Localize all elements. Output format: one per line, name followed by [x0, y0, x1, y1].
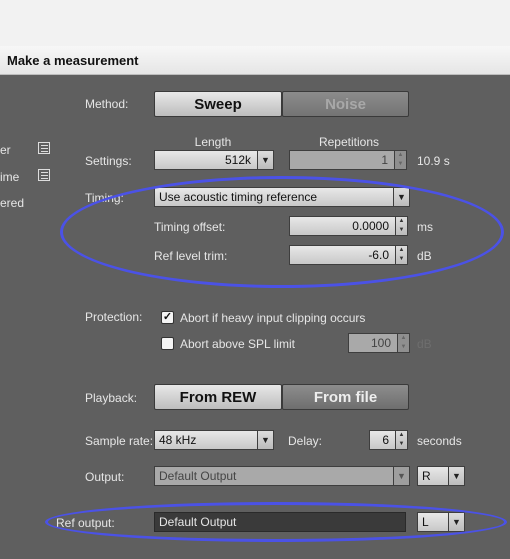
chevron-down-icon[interactable]: ▼: [449, 466, 465, 486]
repetitions-spinner[interactable]: ▲ ▼: [395, 150, 407, 170]
abort-spl-checkbox[interactable]: [161, 337, 174, 350]
list-icon[interactable]: [38, 169, 50, 181]
dialog-title: Make a measurement: [7, 53, 139, 68]
dialog-titlebar: Make a measurement: [0, 46, 510, 75]
side-label-3: ered: [0, 196, 25, 210]
output-channel-select[interactable]: R: [417, 466, 449, 486]
side-label-2: ime: [0, 170, 20, 184]
length-header: Length: [194, 135, 232, 149]
from-file-button[interactable]: From file: [282, 384, 409, 410]
repetitions-header: Repetitions: [318, 135, 380, 149]
playback-label: Playback:: [85, 391, 138, 405]
chevron-down-icon[interactable]: ▼: [394, 466, 410, 486]
settings-label: Settings:: [85, 154, 132, 168]
delay-spinner[interactable]: ▲ ▼: [396, 430, 408, 450]
output-label: Output:: [85, 470, 125, 484]
abort-spl-label: Abort above SPL limit: [180, 337, 295, 351]
side-label-1: er: [0, 143, 11, 157]
sample-rate-label: Sample rate:: [85, 434, 154, 448]
abort-clipping-checkbox[interactable]: ✓: [161, 311, 174, 324]
sample-rate-select[interactable]: 48 kHz: [154, 430, 258, 450]
length-select[interactable]: 512k: [154, 150, 258, 170]
method-label: Method:: [85, 97, 129, 111]
protection-label: Protection:: [85, 310, 143, 324]
annotation-oval-ref-output: [45, 502, 507, 542]
chevron-down-icon[interactable]: ▼: [258, 430, 274, 450]
abort-clipping-label: Abort if heavy input clipping occurs: [180, 311, 366, 325]
spl-unit: dB: [417, 337, 432, 351]
from-rew-button[interactable]: From REW: [154, 384, 282, 410]
output-device-select[interactable]: Default Output: [154, 466, 394, 486]
chevron-down-icon[interactable]: ▼: [258, 150, 274, 170]
list-icon[interactable]: [38, 142, 50, 154]
delay-field[interactable]: 6: [369, 430, 396, 450]
annotation-oval-timing: [60, 176, 504, 288]
noise-button[interactable]: Noise: [282, 91, 409, 117]
delay-unit: seconds: [417, 434, 462, 448]
spl-limit-spinner[interactable]: ▲ ▼: [398, 333, 410, 353]
duration-text: 10.9 s: [417, 154, 450, 168]
top-strip: [0, 0, 510, 46]
delay-label: Delay:: [288, 434, 323, 448]
sweep-button[interactable]: Sweep: [154, 91, 282, 117]
repetitions-field[interactable]: 1: [289, 150, 395, 170]
spl-limit-field[interactable]: 100: [348, 333, 398, 353]
